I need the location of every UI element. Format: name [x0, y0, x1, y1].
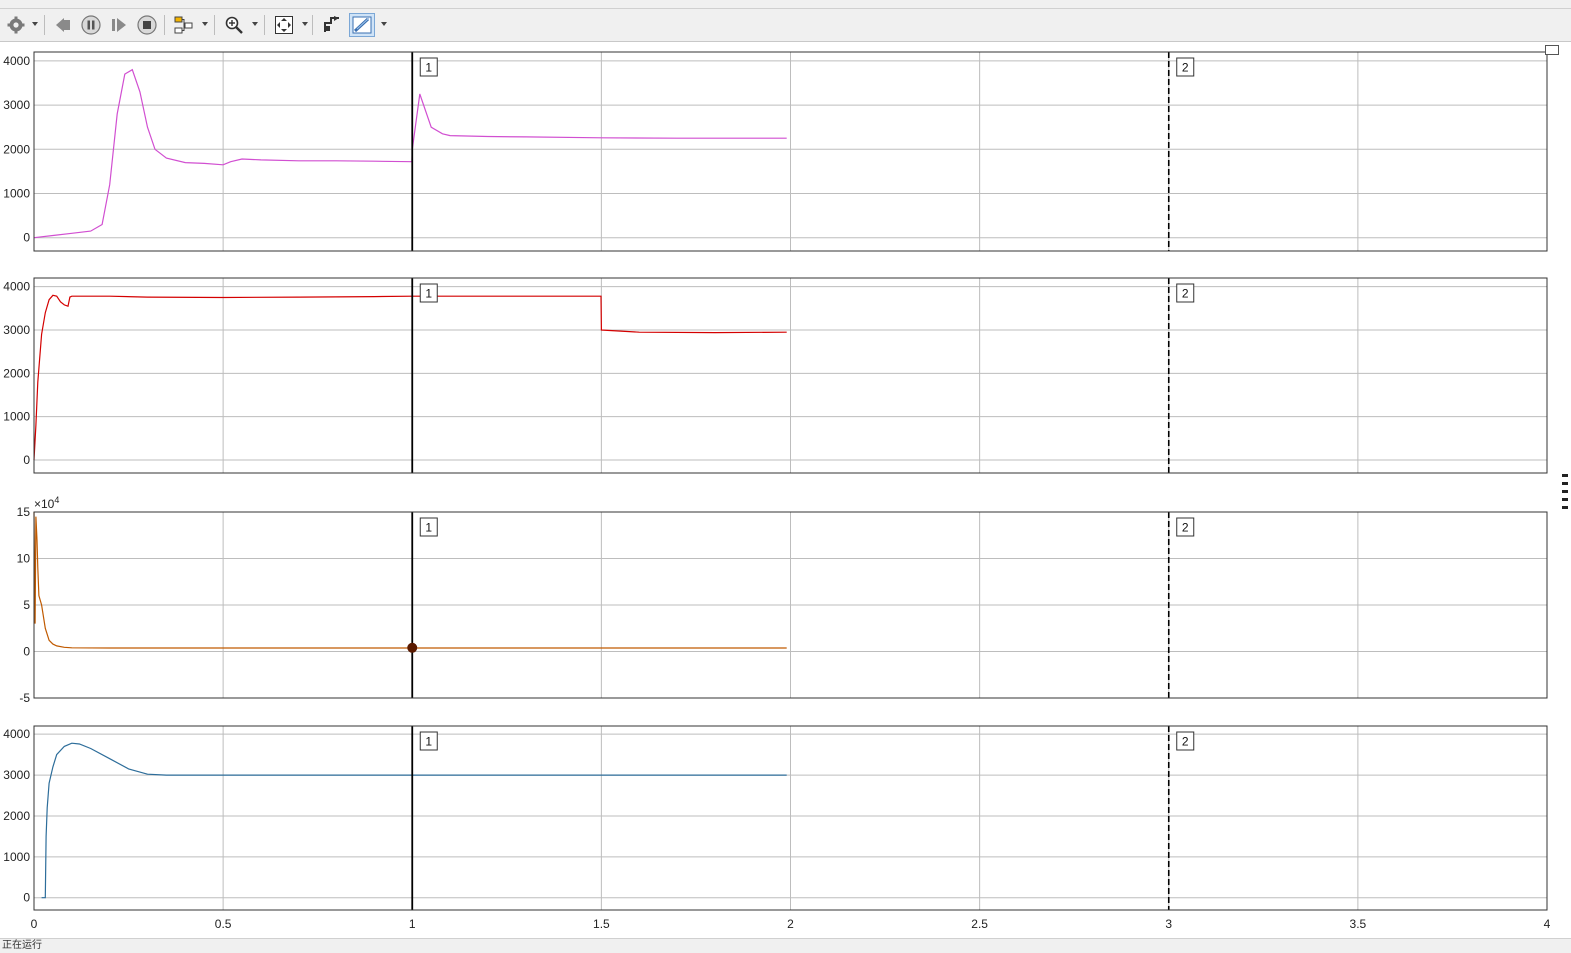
x-tick-label: 0: [31, 917, 38, 931]
cursor-measurement-button[interactable]: [349, 13, 375, 37]
y-tick-label: 2000: [3, 809, 30, 823]
toolbar-separator: [312, 15, 313, 35]
y-tick-label: 1000: [3, 410, 30, 424]
step-forward-button[interactable]: [108, 13, 130, 37]
highlight-block-dropdown-icon[interactable]: [202, 22, 208, 26]
x-tick-label: 2: [787, 917, 794, 931]
cursor-2-label: 2: [1182, 735, 1189, 749]
toolbar-separator: [164, 15, 165, 35]
layout-icon: [322, 15, 342, 35]
y-tick-label: 1000: [3, 187, 30, 201]
toolbar-separator: [44, 15, 45, 35]
fit-axes-icon: [274, 15, 294, 35]
pause-icon: [81, 15, 101, 35]
highlight-block-button[interactable]: [172, 13, 196, 37]
panel-3: -5 0 5 10 15×104 1 2: [17, 495, 1548, 705]
stop-button[interactable]: [136, 13, 158, 37]
cursor-1-label: 1: [425, 287, 432, 301]
step-back-button[interactable]: [52, 13, 74, 37]
scale-to-fit-dropdown-icon[interactable]: [302, 22, 308, 26]
y-tick-label: 10: [17, 552, 31, 566]
x-tick-label: 0.5: [215, 917, 232, 931]
pause-button[interactable]: [80, 13, 102, 37]
cursor-2-label: 2: [1182, 287, 1189, 301]
cursor-1-label: 1: [425, 61, 432, 75]
cursor-measurement-dropdown-icon[interactable]: [381, 22, 387, 26]
y-tick-label: 2000: [3, 366, 30, 380]
y-tick-label: 4000: [3, 727, 30, 741]
toolbar-separator: [214, 15, 215, 35]
y-tick-label: 4000: [3, 280, 30, 294]
panel-2: 0 1000 2000 3000 4000 1 2: [3, 277, 1548, 474]
zoom-button[interactable]: [222, 13, 246, 37]
y-tick-label: 5: [23, 598, 30, 612]
menu-bar: [0, 0, 1571, 9]
x-tick-label: 3.5: [1350, 917, 1367, 931]
block-diagram-icon: [173, 15, 195, 35]
resize-grip-icon[interactable]: [1562, 470, 1568, 514]
y-tick-label: 2000: [3, 142, 30, 156]
cursor-measure-icon: [351, 15, 373, 35]
toolbar-separator: [264, 15, 265, 35]
status-bar: 正在运行: [0, 938, 1571, 953]
step-back-icon: [53, 16, 73, 34]
y-tick-label: -5: [19, 691, 30, 705]
y-tick-label: 3000: [3, 768, 30, 782]
status-text: 正在运行: [2, 940, 42, 951]
stop-icon: [137, 15, 157, 35]
undock-icon[interactable]: [1545, 45, 1559, 55]
cursor-1-label: 1: [425, 521, 432, 535]
cursor-marker[interactable]: [407, 642, 418, 653]
y-tick-label: 1000: [3, 850, 30, 864]
settings-button[interactable]: [6, 13, 26, 37]
settings-dropdown-icon[interactable]: [32, 22, 38, 26]
x-tick-label: 1.5: [593, 917, 610, 931]
layout-button[interactable]: [320, 13, 344, 37]
scope-toolbar: [0, 9, 1571, 42]
gear-icon: [7, 16, 25, 34]
cursor-2-label: 2: [1182, 61, 1189, 75]
y-tick-label: 0: [23, 231, 30, 245]
y-exponent-label: ×104: [34, 495, 59, 511]
x-tick-label: 4: [1544, 917, 1551, 931]
y-tick-label: 3000: [3, 98, 30, 112]
step-forward-icon: [109, 16, 129, 34]
scope-plot-area: 01000200030004000 1 201000200030004000 1 2-5…: [3, 51, 1551, 931]
y-tick-label: 0: [23, 453, 30, 467]
y-tick-label: 0: [23, 645, 30, 659]
cursor-2-label: 2: [1182, 521, 1189, 535]
x-tick-label: 3: [1165, 917, 1172, 931]
y-tick-label: 4000: [3, 54, 30, 68]
x-tick-label: 1: [409, 917, 416, 931]
zoom-dropdown-icon[interactable]: [252, 22, 258, 26]
scale-to-fit-button[interactable]: [272, 13, 296, 37]
panel-1: 0 1000 2000 3000 4000 1 2: [3, 51, 1548, 252]
y-tick-label: 0: [23, 891, 30, 905]
cursor-1-label: 1: [425, 735, 432, 749]
y-tick-label: 3000: [3, 323, 30, 337]
zoom-in-icon: [224, 15, 244, 35]
panel-4: 0 1000 2000 3000 4000 1 2: [3, 725, 1548, 911]
x-tick-label: 2.5: [971, 917, 988, 931]
y-tick-label: 15: [17, 505, 31, 519]
